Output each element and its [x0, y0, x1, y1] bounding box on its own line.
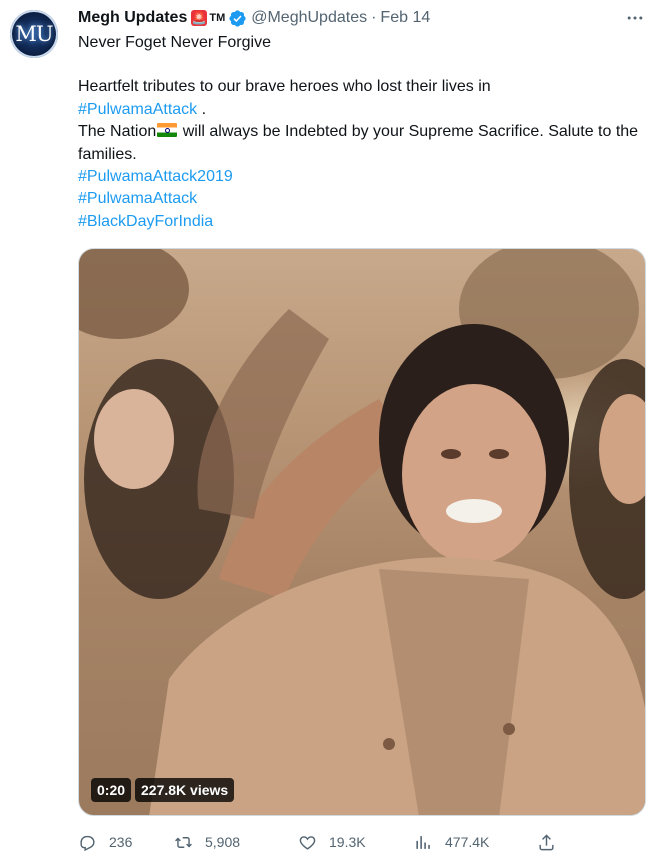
- hashtag-pulwama-attack-2019[interactable]: #PulwamaAttack2019: [78, 168, 233, 185]
- video-duration-badge: 0:20: [91, 778, 132, 802]
- tweet-header: Megh Updates 🚨 TM @MeghUpdates · Feb 14: [78, 6, 430, 30]
- hashtag-black-day-for-india[interactable]: #BlackDayForIndia: [78, 213, 213, 230]
- tweet-period: .: [197, 100, 207, 118]
- reply-count: 236: [109, 834, 133, 850]
- siren-emoji: 🚨: [191, 10, 208, 26]
- verified-badge-icon[interactable]: [228, 9, 247, 28]
- author-avatar[interactable]: MU: [10, 10, 58, 58]
- retweet-icon: [175, 836, 192, 848]
- avatar-initials: MU: [15, 22, 53, 46]
- trademark-mark: TM: [209, 12, 226, 24]
- heart-icon: [299, 835, 316, 850]
- more-horizontal-icon[interactable]: [622, 8, 648, 28]
- hashtag-pulwama-attack[interactable]: #PulwamaAttack: [78, 101, 197, 118]
- share-icon: [539, 833, 554, 850]
- analytics-icon: [416, 835, 430, 849]
- hashtag-pulwama-attack-2[interactable]: #PulwamaAttack: [78, 190, 197, 207]
- reply-icon: [80, 835, 95, 851]
- header-separator: ·: [371, 9, 377, 26]
- tweet-video[interactable]: 0:20 227.8K views: [78, 248, 646, 816]
- tweet-date[interactable]: Feb 14: [380, 9, 430, 27]
- india-flag-emoji: [157, 123, 178, 138]
- video-views-badge: 227.8K views: [135, 778, 235, 802]
- views-count: 477.4K: [445, 834, 490, 850]
- author-name[interactable]: Megh Updates: [78, 9, 187, 27]
- retweet-count: 5,908: [205, 834, 241, 850]
- tweet-paragraph-nation: The Nation will always be Indebted by yo…: [78, 121, 653, 166]
- author-handle[interactable]: @MeghUpdates: [251, 9, 367, 27]
- tweet-line-1: Never Foget Never Forgive: [78, 34, 271, 51]
- tweet-line-tributes: Heartfelt tributes to our brave heroes w…: [78, 78, 491, 96]
- video-frame-illustration: [79, 249, 645, 815]
- tweet-paragraph-2: Heartfelt tributes to our brave heroes w…: [78, 76, 653, 121]
- tweet-text: Never Foget Never Forgive Heartfelt trib…: [78, 32, 653, 233]
- tweet-nation-prefix: The Nation: [78, 123, 157, 141]
- like-count: 19.3K: [329, 834, 366, 850]
